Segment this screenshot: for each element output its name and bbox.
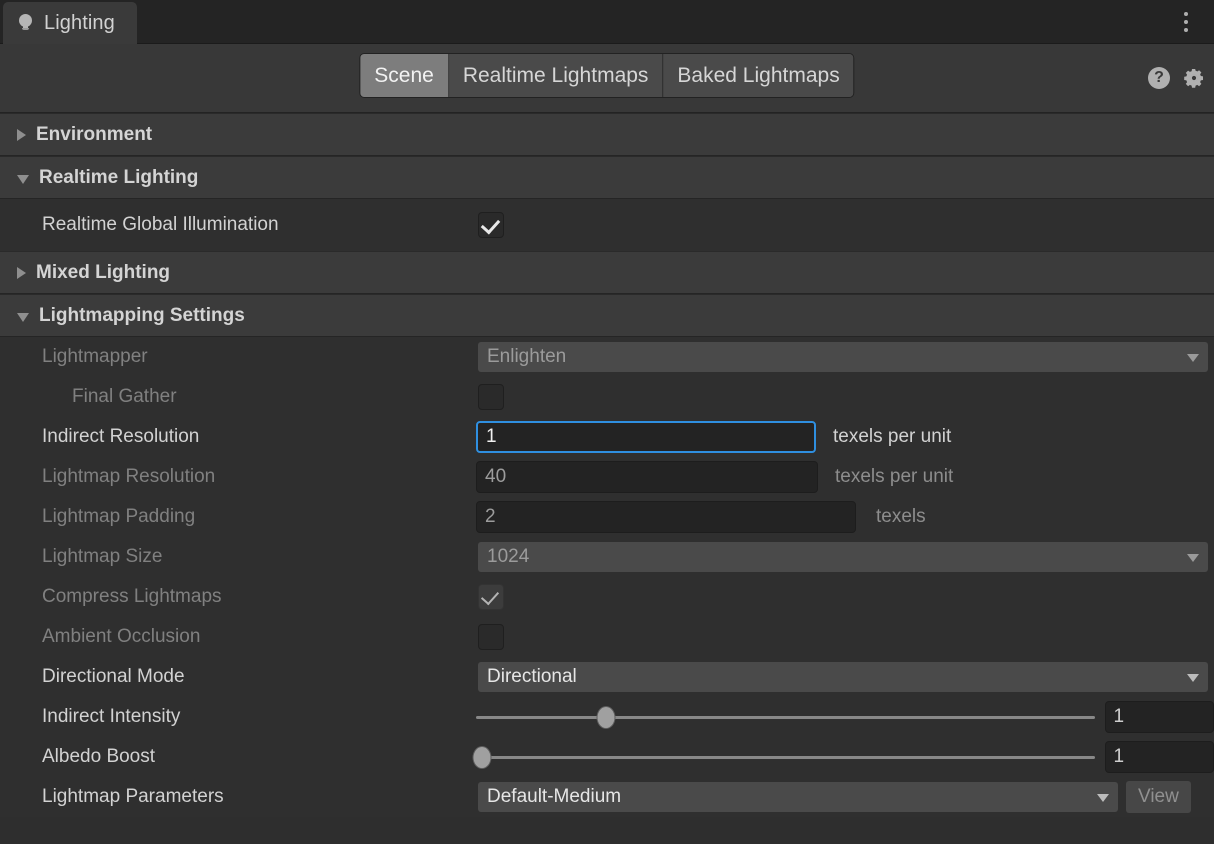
dropdown-lightmapper-value: Enlighten bbox=[487, 346, 566, 368]
window-tab-lighting[interactable]: Lighting bbox=[3, 2, 137, 44]
input-indirect-intensity[interactable]: 1 bbox=[1105, 701, 1214, 733]
chevron-right-icon bbox=[17, 129, 26, 141]
label-albedo-boost: Albedo Boost bbox=[42, 746, 155, 768]
check-icon bbox=[481, 587, 499, 606]
row-compress-lightmaps: Compress Lightmaps bbox=[0, 577, 1214, 617]
dropdown-lightmapper[interactable]: Enlighten bbox=[478, 342, 1208, 372]
section-title-environment: Environment bbox=[36, 124, 152, 146]
input-lightmap-resolution[interactable]: 40 bbox=[476, 461, 818, 493]
chevron-down-icon bbox=[1097, 794, 1109, 802]
input-albedo-boost[interactable]: 1 bbox=[1105, 741, 1214, 773]
input-indirect-intensity-value: 1 bbox=[1114, 706, 1125, 728]
row-lightmap-padding: Lightmap Padding 2 texels bbox=[0, 497, 1214, 537]
dropdown-lightmap-parameters[interactable]: Default-Medium bbox=[478, 782, 1118, 812]
tab-realtime-lightmaps[interactable]: Realtime Lightmaps bbox=[449, 54, 664, 97]
mode-toolbar: Scene Realtime Lightmaps Baked Lightmaps… bbox=[0, 44, 1214, 113]
row-lightmapper: Lightmapper Enlighten bbox=[0, 337, 1214, 377]
label-compress-lightmaps: Compress Lightmaps bbox=[42, 586, 222, 608]
section-header-mixed-lighting[interactable]: Mixed Lighting bbox=[0, 251, 1214, 294]
row-indirect-intensity: Indirect Intensity 1 bbox=[0, 697, 1214, 737]
label-ambient-occlusion: Ambient Occlusion bbox=[42, 626, 200, 648]
suffix-indirect-resolution: texels per unit bbox=[833, 426, 951, 448]
checkbox-compress-lightmaps[interactable] bbox=[478, 584, 504, 610]
dropdown-lightmap-size[interactable]: 1024 bbox=[478, 542, 1208, 572]
dropdown-directional-mode-value: Directional bbox=[487, 666, 577, 688]
row-albedo-boost: Albedo Boost 1 bbox=[0, 737, 1214, 777]
view-button[interactable]: View bbox=[1126, 781, 1191, 813]
section-title-realtime-lighting: Realtime Lighting bbox=[39, 167, 198, 189]
dropdown-lightmap-parameters-value: Default-Medium bbox=[487, 786, 621, 808]
tab-scene[interactable]: Scene bbox=[360, 54, 449, 97]
row-lightmap-resolution: Lightmap Resolution 40 texels per unit bbox=[0, 457, 1214, 497]
toolbar-icon-group: ? bbox=[1148, 66, 1206, 90]
slider-handle[interactable] bbox=[597, 707, 614, 728]
input-indirect-resolution[interactable]: 1 bbox=[476, 421, 816, 453]
chevron-down-icon bbox=[1187, 674, 1199, 682]
label-final-gather: Final Gather bbox=[72, 386, 177, 408]
label-lightmap-padding: Lightmap Padding bbox=[42, 506, 195, 528]
chevron-down-icon bbox=[17, 313, 29, 322]
suffix-lightmap-padding: texels bbox=[876, 506, 926, 528]
chevron-right-icon bbox=[17, 267, 26, 279]
section-header-lightmapping-settings[interactable]: Lightmapping Settings bbox=[0, 294, 1214, 337]
label-lightmap-size: Lightmap Size bbox=[42, 546, 162, 568]
section-title-mixed-lighting: Mixed Lighting bbox=[36, 262, 170, 284]
label-indirect-intensity: Indirect Intensity bbox=[42, 706, 180, 728]
dropdown-lightmap-size-value: 1024 bbox=[487, 546, 529, 568]
kebab-menu-icon[interactable] bbox=[1176, 7, 1196, 37]
slider-track bbox=[476, 716, 1095, 719]
gear-icon[interactable] bbox=[1182, 66, 1206, 90]
row-directional-mode: Directional Mode Directional bbox=[0, 657, 1214, 697]
checkbox-final-gather[interactable] bbox=[478, 384, 504, 410]
label-directional-mode: Directional Mode bbox=[42, 666, 185, 688]
check-icon bbox=[481, 215, 501, 235]
input-lightmap-resolution-value: 40 bbox=[485, 466, 506, 488]
slider-indirect-intensity[interactable] bbox=[476, 704, 1095, 730]
input-lightmap-padding[interactable]: 2 bbox=[476, 501, 856, 533]
tab-baked-lightmaps[interactable]: Baked Lightmaps bbox=[663, 54, 853, 97]
row-lightmap-size: Lightmap Size 1024 bbox=[0, 537, 1214, 577]
label-lightmapper: Lightmapper bbox=[42, 346, 148, 368]
checkbox-ambient-occlusion[interactable] bbox=[478, 624, 504, 650]
label-indirect-resolution: Indirect Resolution bbox=[42, 426, 199, 448]
section-title-lightmapping-settings: Lightmapping Settings bbox=[39, 305, 245, 327]
chevron-down-icon bbox=[17, 175, 29, 184]
section-header-realtime-lighting[interactable]: Realtime Lighting bbox=[0, 156, 1214, 199]
window-tab-label: Lighting bbox=[44, 12, 115, 35]
mode-tab-group: Scene Realtime Lightmaps Baked Lightmaps bbox=[360, 54, 853, 97]
lightbulb-icon bbox=[17, 13, 35, 33]
chevron-down-icon bbox=[1187, 554, 1199, 562]
chevron-down-icon bbox=[1187, 354, 1199, 362]
lighting-window: Lighting Scene Realtime Lightmaps Baked … bbox=[0, 0, 1214, 844]
label-realtime-global-illumination: Realtime Global Illumination bbox=[42, 214, 279, 236]
window-titlebar: Lighting bbox=[0, 0, 1214, 44]
row-realtime-global-illumination: Realtime Global Illumination bbox=[0, 199, 1214, 251]
label-lightmap-parameters: Lightmap Parameters bbox=[42, 786, 224, 808]
row-ambient-occlusion: Ambient Occlusion bbox=[0, 617, 1214, 657]
row-lightmap-parameters: Lightmap Parameters Default-Medium View bbox=[0, 777, 1214, 817]
input-albedo-boost-value: 1 bbox=[1114, 746, 1125, 768]
suffix-lightmap-resolution: texels per unit bbox=[835, 466, 953, 488]
slider-handle[interactable] bbox=[474, 747, 491, 768]
checkbox-realtime-global-illumination[interactable] bbox=[478, 212, 504, 238]
label-lightmap-resolution: Lightmap Resolution bbox=[42, 466, 215, 488]
row-final-gather: Final Gather bbox=[0, 377, 1214, 417]
slider-albedo-boost[interactable] bbox=[476, 744, 1095, 770]
slider-track bbox=[476, 756, 1095, 759]
help-icon[interactable]: ? bbox=[1148, 67, 1170, 89]
dropdown-directional-mode[interactable]: Directional bbox=[478, 662, 1208, 692]
input-lightmap-padding-value: 2 bbox=[485, 506, 496, 528]
input-indirect-resolution-value: 1 bbox=[486, 426, 497, 448]
row-indirect-resolution: Indirect Resolution 1 texels per unit bbox=[0, 417, 1214, 457]
section-header-environment[interactable]: Environment bbox=[0, 113, 1214, 156]
